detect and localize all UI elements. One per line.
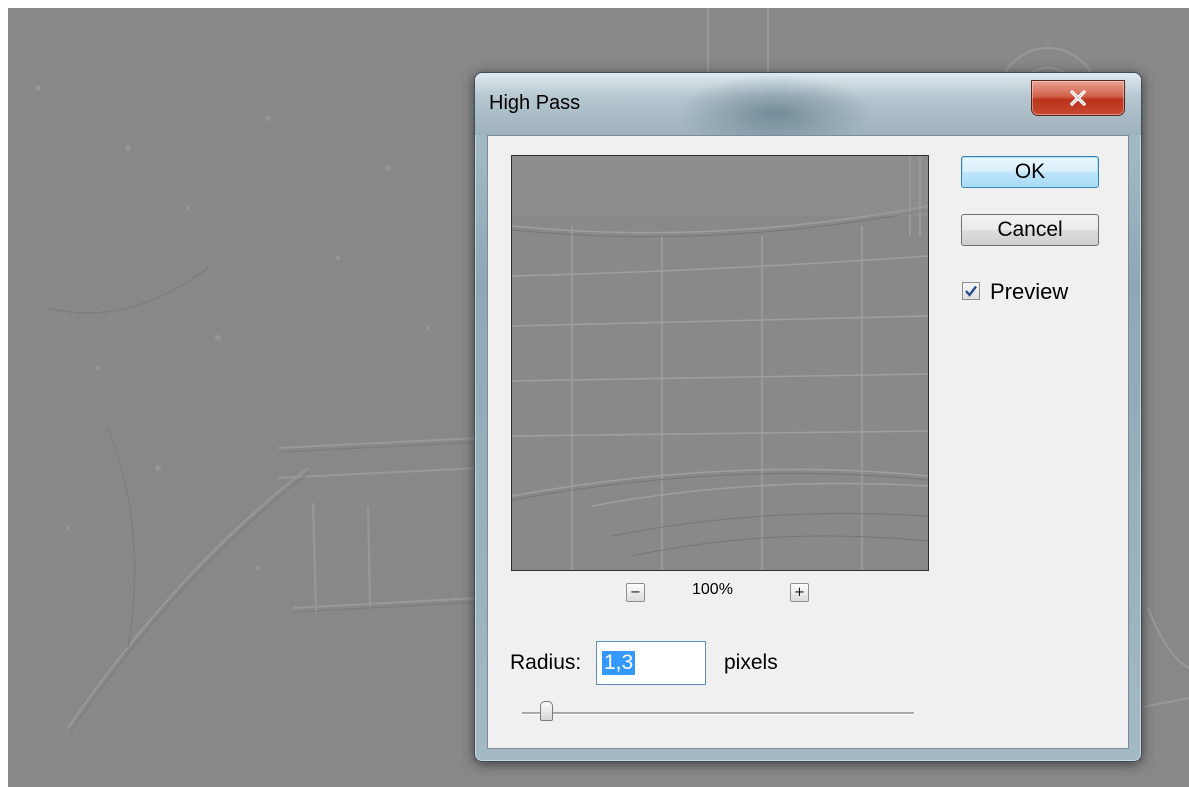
close-x-icon [1070,90,1086,106]
radius-slider-thumb[interactable] [539,701,553,721]
preview-texture [512,156,928,570]
dialog-body: − 100% + OK Cancel Preview Radius: 1,3 p… [487,135,1129,749]
high-pass-dialog: High Pass − 100% + OK Cancel Preview Rad… [474,72,1142,762]
cancel-button[interactable]: Cancel [961,214,1099,246]
radius-slider-track[interactable] [522,712,914,715]
radius-input[interactable]: 1,3 [596,641,706,685]
preview-checkbox[interactable] [962,282,980,300]
zoom-level: 100% [692,581,733,598]
preview-image[interactable] [511,155,929,571]
close-button[interactable] [1031,80,1125,116]
pixels-unit-label: pixels [724,651,778,674]
dialog-title: High Pass [489,92,581,114]
checkmark-icon [965,285,977,297]
radius-value: 1,3 [602,651,636,675]
zoom-out-button[interactable]: − [626,583,645,602]
cancel-button-label: Cancel [997,218,1063,241]
ok-button[interactable]: OK [961,156,1099,188]
plus-icon: + [794,585,805,600]
zoom-in-button[interactable]: + [790,583,809,602]
radius-label: Radius: [510,651,582,674]
preview-checkbox-label[interactable]: Preview [990,279,1068,305]
minus-icon: − [630,585,641,600]
title-bar[interactable]: High Pass [475,73,1141,135]
ok-button-label: OK [1014,160,1046,183]
